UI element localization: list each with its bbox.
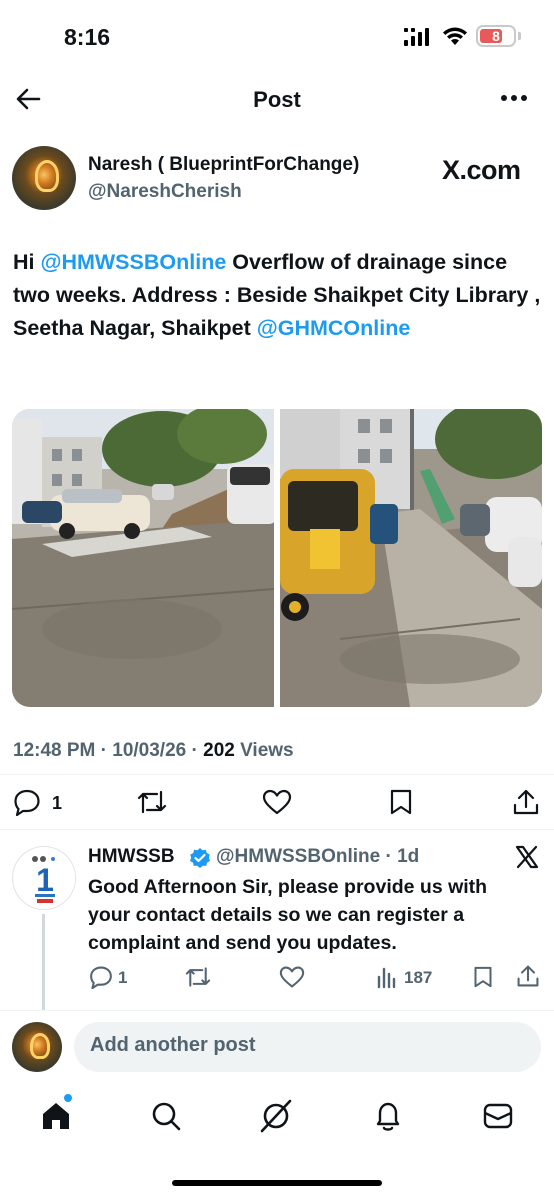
reply-action-bar: 1 187 bbox=[0, 962, 554, 992]
home-indicator bbox=[172, 1180, 382, 1186]
battery-icon: 8 bbox=[476, 25, 516, 47]
reply-author-name[interactable]: HMWSSB bbox=[88, 846, 175, 868]
compose-input[interactable]: Add another post bbox=[74, 1022, 541, 1072]
post-meta: 12:48 PM · 10/03/26 · 202 Views bbox=[13, 740, 294, 761]
post-photo-1[interactable] bbox=[12, 409, 274, 707]
wifi-icon bbox=[443, 27, 467, 45]
bottom-tab-bar bbox=[0, 1094, 554, 1142]
post-text-part: Hi bbox=[13, 250, 41, 274]
home-icon[interactable] bbox=[40, 1100, 72, 1132]
messages-icon[interactable] bbox=[482, 1102, 514, 1130]
like-icon[interactable] bbox=[279, 965, 305, 989]
current-user-avatar[interactable] bbox=[12, 1022, 62, 1072]
notification-dot bbox=[64, 1094, 72, 1102]
share-icon[interactable] bbox=[516, 964, 540, 988]
mention-link[interactable]: @HMWSSBOnline bbox=[40, 250, 226, 274]
author-handle[interactable]: @NareshCherish bbox=[88, 181, 242, 203]
reply-count: 1 bbox=[52, 793, 63, 813]
x-logo-icon bbox=[515, 845, 539, 869]
reply-text: Good Afternoon Sir, please provide us wi… bbox=[88, 876, 488, 954]
grok-icon[interactable] bbox=[258, 1098, 294, 1134]
author-avatar[interactable] bbox=[12, 146, 76, 210]
reply-icon[interactable] bbox=[89, 965, 113, 989]
views-count: 187 bbox=[404, 968, 433, 987]
post-time: 12:48 PM bbox=[13, 740, 96, 761]
notifications-icon[interactable] bbox=[372, 1099, 404, 1133]
post-text: Hi @HMWSSBOnline Overflow of drainage si… bbox=[13, 246, 543, 345]
signal-icon bbox=[404, 28, 429, 46]
more-horizontal-icon[interactable] bbox=[500, 94, 528, 102]
verified-badge-icon bbox=[190, 848, 210, 868]
views-icon[interactable] bbox=[376, 965, 398, 989]
svg-text:1: 1 bbox=[36, 862, 54, 898]
mention-link[interactable]: @GHMCOnline bbox=[257, 316, 411, 340]
like-icon[interactable] bbox=[262, 788, 292, 816]
battery-level: 8 bbox=[492, 28, 500, 44]
search-icon[interactable] bbox=[150, 1100, 182, 1132]
divider bbox=[0, 1010, 554, 1011]
share-icon[interactable] bbox=[512, 788, 540, 816]
bookmark-icon[interactable] bbox=[473, 965, 493, 989]
views-count: 202 bbox=[203, 740, 235, 761]
repost-icon[interactable] bbox=[137, 788, 167, 816]
post-action-bar: 1 bbox=[0, 784, 554, 820]
bookmark-icon[interactable] bbox=[389, 788, 413, 816]
status-bar: 8:16 8 bbox=[0, 0, 554, 72]
page-title: Post bbox=[253, 87, 301, 112]
divider bbox=[0, 774, 554, 775]
author-name[interactable]: Naresh ( BlueprintForChange) bbox=[88, 154, 359, 176]
reply-author-handle[interactable]: @HMWSSBOnline · 1d bbox=[216, 846, 419, 868]
post-photo-2[interactable] bbox=[280, 409, 542, 707]
views-label: Views bbox=[234, 740, 294, 761]
status-time: 8:16 bbox=[64, 24, 111, 50]
repost-icon[interactable] bbox=[185, 965, 211, 989]
reply-icon[interactable] bbox=[13, 788, 41, 816]
divider bbox=[0, 829, 554, 830]
reply-avatar[interactable]: 1 bbox=[12, 846, 76, 910]
source-badge: X.com bbox=[442, 155, 521, 185]
reply-count: 1 bbox=[118, 968, 128, 987]
top-nav: Post bbox=[0, 74, 554, 124]
post-date: 10/03/26 bbox=[112, 740, 187, 761]
